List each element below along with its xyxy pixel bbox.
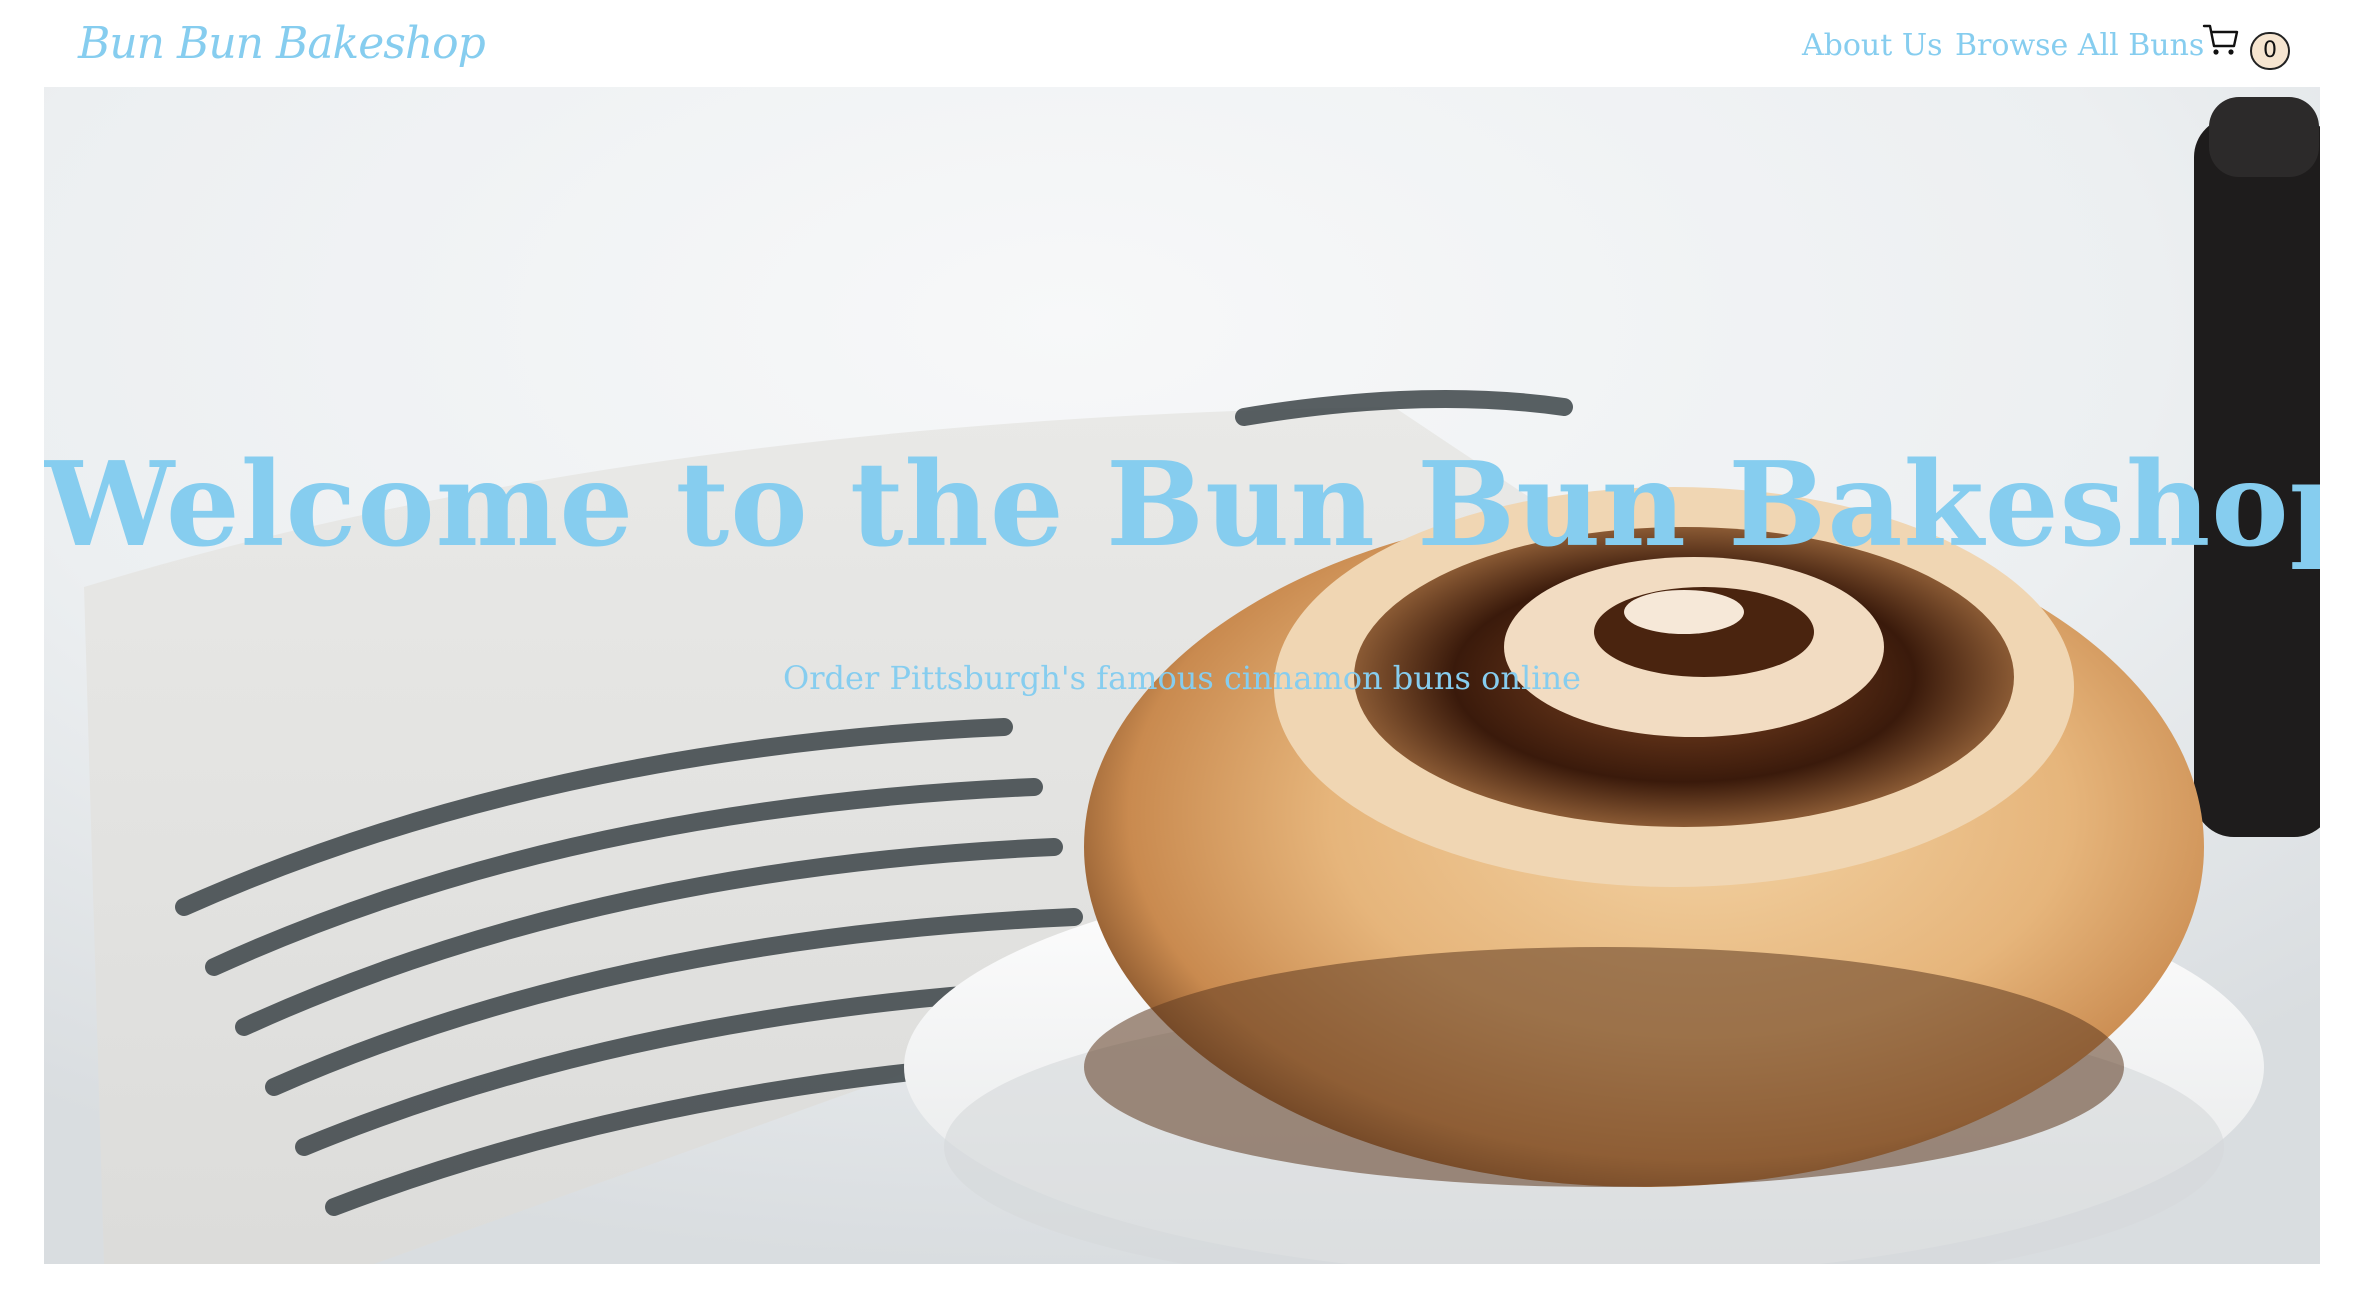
hero-title: Welcome to the Bun Bun Bakeshop — [44, 437, 2320, 573]
cart-count-badge: 0 — [2250, 32, 2290, 70]
nav-about-us[interactable]: About Us — [1802, 28, 1943, 63]
hero-banner: Welcome to the Bun Bun Bakeshop Order Pi… — [44, 87, 2320, 1264]
nav-browse-all-buns[interactable]: Browse All Buns — [1955, 28, 2204, 63]
hero-subtitle: Order Pittsburgh's famous cinnamon buns … — [783, 659, 1581, 697]
site-header: Bun Bun Bakeshop About Us Browse All Bun… — [0, 0, 2374, 87]
site-logo[interactable]: Bun Bun Bakeshop — [78, 18, 486, 69]
page: Bun Bun Bakeshop About Us Browse All Bun… — [0, 0, 2374, 1292]
shopping-cart-icon — [2202, 24, 2239, 55]
